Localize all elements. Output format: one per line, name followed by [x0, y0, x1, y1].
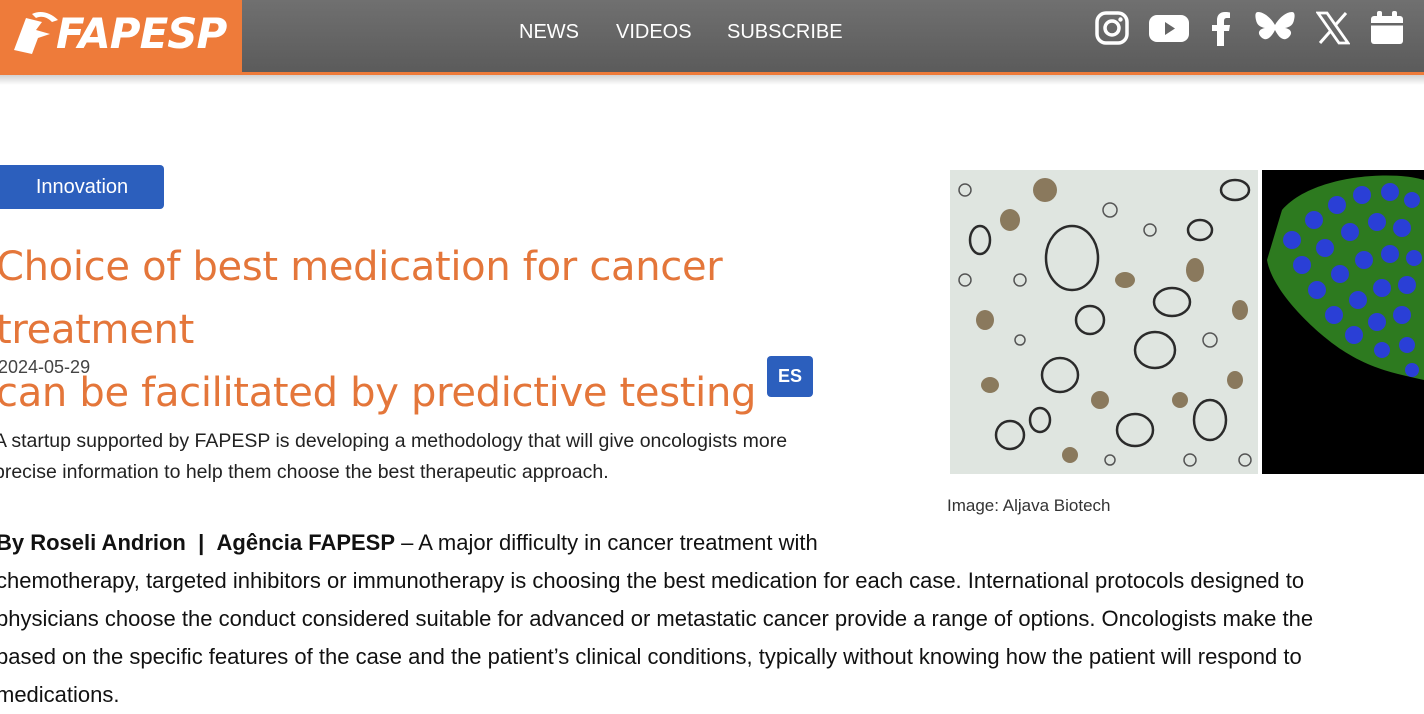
image-caption: Image: Aljava Biotech [947, 496, 1111, 515]
article-lead: A startup supported by FAPESP is develop… [0, 426, 894, 488]
nav-news-link[interactable]: NEWS [519, 20, 579, 44]
nav-subscribe-link[interactable]: SUBSCRIBE [727, 20, 843, 44]
category-tag-button[interactable]: Innovation [0, 165, 164, 209]
byline-author: By Roseli Andrion [0, 530, 186, 555]
fapesp-logo[interactable]: FAPESP [0, 0, 242, 75]
article-body: By Roseli Andrion | Agência FAPESP – A m… [0, 524, 1424, 714]
header-shadow [0, 75, 1424, 85]
body-line-5: medications. [0, 682, 120, 707]
facebook-icon[interactable] [1206, 10, 1236, 46]
logo-text: FAPESP [56, 9, 227, 58]
lead-line-2: precise information to help them choose … [0, 461, 609, 483]
lead-line-1: A startup supported by FAPESP is develop… [0, 430, 788, 452]
x-icon[interactable] [1316, 10, 1350, 46]
youtube-icon[interactable] [1148, 10, 1190, 46]
byline-agency: Agência FAPESP [216, 530, 396, 555]
nav-videos-link[interactable]: VIDEOS [616, 20, 692, 44]
title-line-1: Choice of best medication for cancer tre… [0, 244, 723, 353]
organoid-brightfield-image [950, 170, 1258, 474]
body-line-1-rest: – A major difficulty in cancer treatment… [401, 530, 818, 555]
publish-date: 2024-05-29 [0, 357, 91, 377]
bluesky-icon[interactable] [1254, 10, 1296, 46]
calendar-icon[interactable] [1370, 10, 1404, 46]
organoid-fluorescence-image [1262, 170, 1424, 474]
instagram-icon[interactable] [1094, 10, 1130, 46]
byline-line: By Roseli Andrion | Agência FAPESP – A m… [0, 524, 1424, 562]
body-line-2: chemotherapy, targeted inhibitors or imm… [0, 568, 1305, 593]
body-line-3: physicians choose the conduct considered… [0, 606, 1314, 631]
site-header: FAPESP NEWS VIDEOS SUBSCRIBE [0, 0, 1424, 75]
spanish-version-button[interactable]: ES [767, 356, 813, 397]
article-image[interactable] [950, 170, 1424, 474]
body-line-4: based on the specific features of the ca… [0, 644, 1302, 669]
